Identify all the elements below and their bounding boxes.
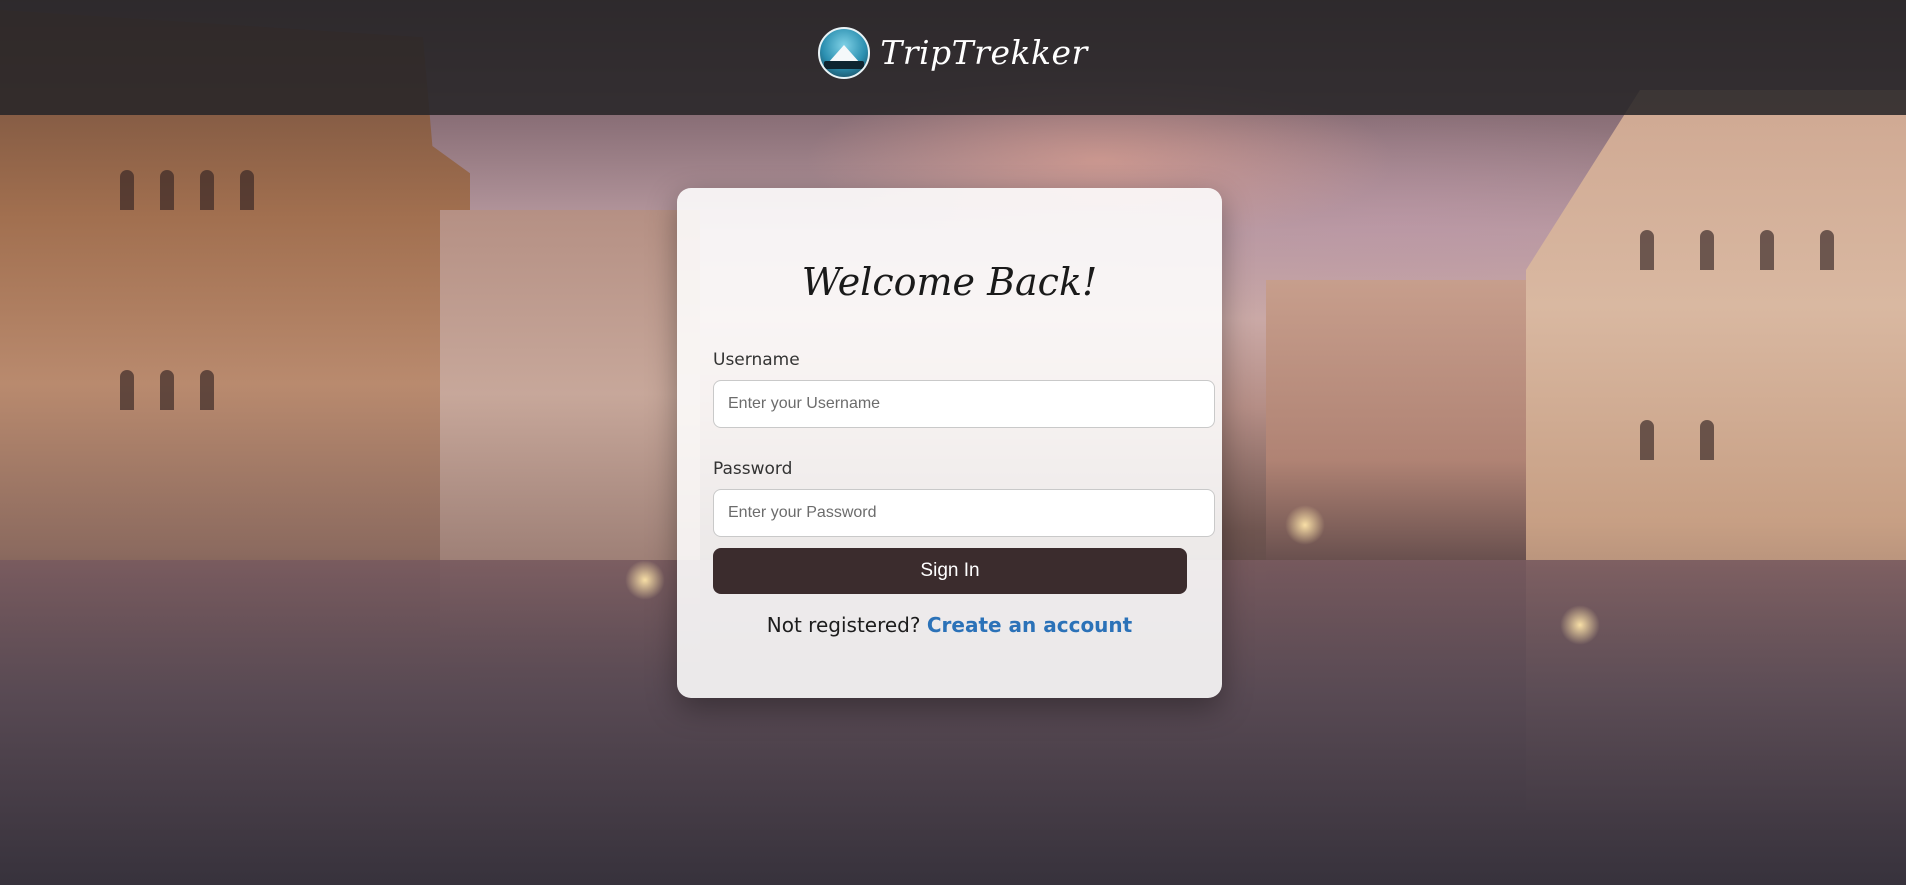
background-window [120, 370, 134, 410]
triptrekker-logo-icon [818, 26, 871, 79]
background-window [200, 370, 214, 410]
password-input[interactable] [713, 489, 1215, 537]
register-prompt-line: Not registered? Create an account [677, 613, 1222, 637]
username-input[interactable] [713, 380, 1215, 428]
background-window [160, 370, 174, 410]
background-lamp-glow [1560, 605, 1600, 645]
logo-ribbon-shape [824, 60, 865, 69]
background-window [120, 170, 134, 210]
create-account-link[interactable]: Create an account [927, 613, 1132, 637]
password-label: Password [713, 459, 793, 479]
background-window [1640, 230, 1654, 270]
background-window [1760, 230, 1774, 270]
brand[interactable]: TripTrekker [818, 26, 1088, 79]
top-navbar: TripTrekker [0, 0, 1906, 115]
username-label: Username [713, 350, 800, 370]
register-prompt-text: Not registered? [766, 613, 927, 637]
background-lamp-glow [625, 560, 665, 600]
logo-mountain-shape [828, 44, 861, 63]
background-window [1700, 420, 1714, 460]
background-window [1640, 420, 1654, 460]
sign-in-button[interactable]: Sign In [713, 548, 1187, 594]
login-card: Welcome Back! Username Password Sign In … [677, 188, 1222, 698]
background-window [160, 170, 174, 210]
brand-name: TripTrekker [880, 33, 1088, 72]
background-window [200, 170, 214, 210]
background-window [1700, 230, 1714, 270]
background-lamp-glow [1285, 505, 1325, 545]
background-window [1820, 230, 1834, 270]
background-window [240, 170, 254, 210]
login-title: Welcome Back! [801, 260, 1098, 304]
